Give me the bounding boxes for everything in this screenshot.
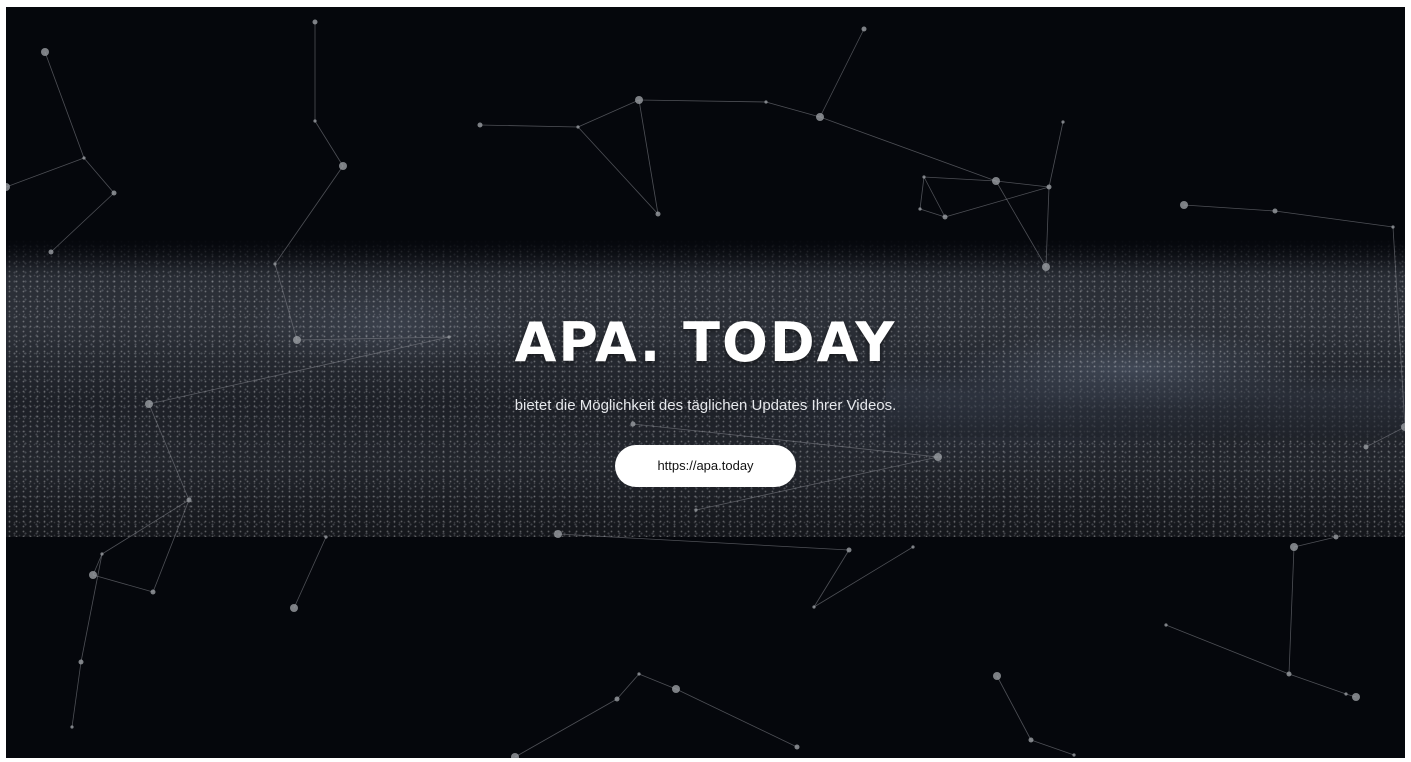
network-line (50, 192, 115, 253)
network-node (694, 508, 698, 512)
network-node (846, 547, 852, 553)
network-node (992, 177, 1000, 185)
network-line (1030, 739, 1075, 756)
network-node (576, 125, 580, 129)
network-line (293, 536, 327, 609)
network-line (944, 186, 1050, 218)
page-title: APA. TODAY (514, 311, 897, 374)
network-node (290, 604, 298, 612)
network-node (273, 262, 277, 266)
network-node (511, 753, 519, 758)
network-node (993, 672, 1001, 680)
network-node (1164, 623, 1168, 627)
network-line (638, 99, 767, 103)
network-line (557, 533, 850, 551)
network-line (314, 120, 344, 167)
hero-subtitle: bietet die Möglichkeit des täglichen Upd… (514, 397, 897, 414)
network-node (764, 100, 768, 104)
network-line (1165, 624, 1290, 675)
network-node (1290, 543, 1298, 551)
network-node (637, 672, 641, 676)
network-line (479, 124, 579, 128)
network-node (1180, 201, 1188, 209)
network-node (816, 113, 824, 121)
network-node (312, 19, 318, 25)
network-line (83, 157, 115, 194)
network-node (1286, 671, 1292, 677)
network-line (919, 176, 925, 210)
network-line (44, 51, 85, 159)
network-node (186, 497, 192, 503)
network-line (1274, 210, 1394, 228)
network-line (638, 673, 677, 690)
network-node (100, 552, 104, 556)
network-line (152, 499, 190, 593)
network-node (324, 535, 328, 539)
hero-banner: APA. TODAY bietet die Möglichkeit des tä… (6, 7, 1405, 758)
network-node (339, 162, 347, 170)
hero-content: APA. TODAY bietet die Möglichkeit des tä… (6, 311, 1405, 487)
network-line (577, 99, 640, 128)
network-line (813, 549, 850, 608)
network-line (1045, 186, 1050, 268)
network-line (1048, 121, 1064, 188)
network-node (313, 119, 317, 123)
network-node (1072, 753, 1076, 757)
network-line (995, 180, 1050, 188)
network-node (794, 744, 800, 750)
network-node (614, 696, 620, 702)
network-node (78, 659, 84, 665)
network-node (150, 589, 156, 595)
network-line (616, 673, 640, 700)
network-line (819, 28, 865, 118)
network-node (1352, 693, 1360, 701)
network-node (1061, 120, 1065, 124)
network-line (6, 157, 85, 188)
network-node (1272, 208, 1278, 214)
network-line (274, 165, 344, 265)
network-node (635, 96, 643, 104)
network-line (1183, 204, 1276, 212)
network-node (918, 207, 922, 211)
network-node (1344, 692, 1348, 696)
network-line (80, 553, 103, 663)
website-link-button[interactable]: https://apa.today (615, 445, 796, 487)
network-line (765, 101, 821, 118)
network-node (942, 214, 948, 220)
network-node (82, 156, 86, 160)
network-node (70, 725, 74, 729)
network-node (672, 685, 680, 693)
network-line (1293, 536, 1337, 548)
network-node (1391, 225, 1395, 229)
network-node (911, 545, 915, 549)
network-node (1028, 737, 1034, 743)
network-node (477, 122, 483, 128)
network-node (89, 571, 97, 579)
network-node (554, 530, 562, 538)
network-line (819, 116, 997, 182)
network-line (923, 176, 997, 182)
network-node (6, 183, 10, 191)
network-line (996, 675, 1032, 741)
network-line (101, 499, 190, 555)
network-node (655, 211, 661, 217)
network-node (861, 26, 867, 32)
network-node (812, 605, 816, 609)
network-node (1333, 534, 1339, 540)
network-node (1046, 184, 1052, 190)
network-node (922, 175, 926, 179)
network-line (92, 574, 154, 593)
network-line (675, 688, 798, 748)
network-node (48, 249, 54, 255)
network-node (41, 48, 49, 56)
network-node (111, 190, 117, 196)
network-line (71, 661, 82, 728)
network-node (1042, 263, 1050, 271)
network-line (1288, 673, 1347, 695)
network-line (995, 180, 1047, 268)
network-line (1288, 546, 1295, 675)
network-line (813, 546, 914, 608)
network-line (514, 698, 618, 758)
